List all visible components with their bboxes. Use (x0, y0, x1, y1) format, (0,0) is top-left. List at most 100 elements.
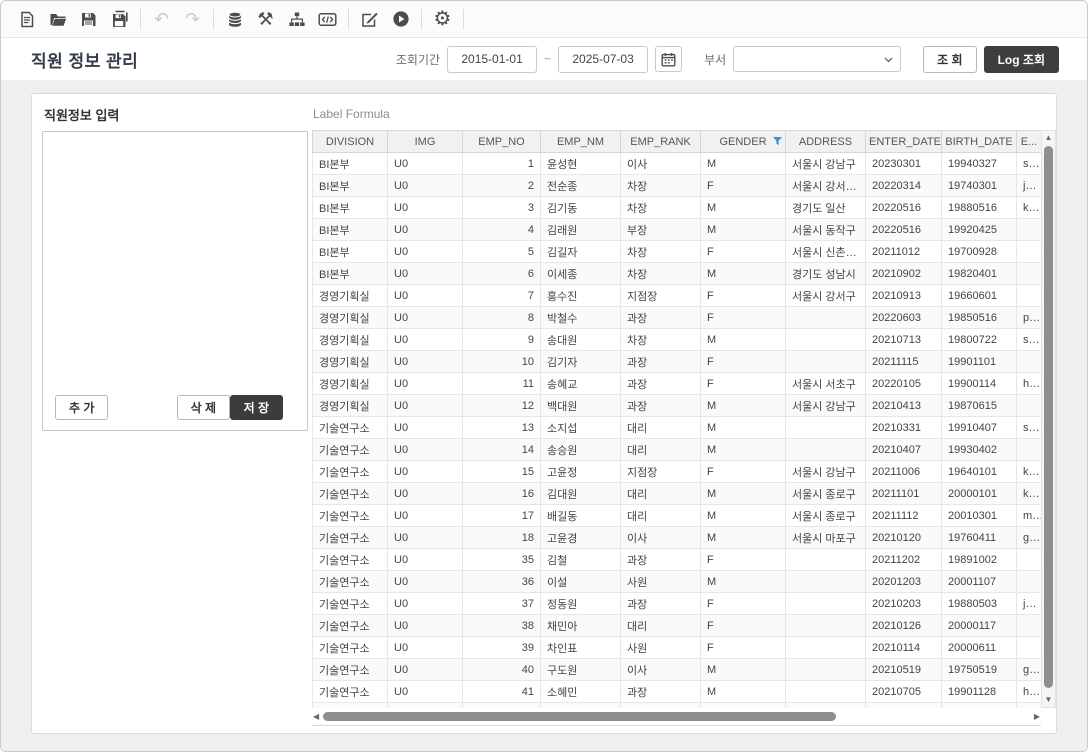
scroll-left-icon[interactable]: ◀ (313, 712, 319, 722)
cell-e- (1017, 241, 1042, 263)
cell-division: 기술연구소 (313, 549, 388, 571)
log-search-button[interactable]: Log 조회 (984, 46, 1059, 73)
cell-enter-date: 20210913 (866, 285, 942, 307)
table-row[interactable]: BI본부U01윤성현이사M서울시 강남구2023030119940327s... (313, 153, 1042, 175)
table-row[interactable]: 기술연구소U013소지섭대리M2021033119910407s... (313, 417, 1042, 439)
table-row[interactable]: 기술연구소U036이설사원M2020120320001107 (313, 571, 1042, 593)
settings-icon[interactable]: ⚙ (427, 6, 458, 33)
cell-birth-date: 19900114 (942, 373, 1017, 395)
table-row[interactable]: 기술연구소U015고윤정지점장F서울시 강남구2021100619640101k… (313, 461, 1042, 483)
cell-address (786, 637, 866, 659)
cell-enter-date: 20210126 (866, 615, 942, 637)
column-header-gender[interactable]: GENDER (701, 131, 786, 153)
column-header-address[interactable]: ADDRESS (786, 131, 866, 153)
table-row[interactable]: BI본부U02전순종차장F서울시 강서구 ...2022031419740301… (313, 175, 1042, 197)
table-row[interactable]: 기술연구소U035김철과장F2021120219891002 (313, 549, 1042, 571)
column-header-birth-date[interactable]: BIRTH_DATE (942, 131, 1017, 153)
cell-gender: F (701, 175, 786, 197)
cell-img: U0 (388, 571, 463, 593)
column-header-e-[interactable]: E... (1017, 131, 1042, 153)
employee-input-panel[interactable]: 추 가 삭 제 저 장 (42, 131, 308, 431)
save-all-icon[interactable] (104, 6, 135, 33)
table-row[interactable]: 경영기획실U07홍수진지점장F서울시 강서구2021091319660601 (313, 285, 1042, 307)
edit-icon[interactable] (354, 6, 385, 33)
cell-emp-nm: 소혜민 (541, 681, 621, 703)
table-row[interactable]: 경영기획실U011송혜교과장F서울시 서초구2022010519900114h.… (313, 373, 1042, 395)
column-header-img[interactable]: IMG (388, 131, 463, 153)
cell-enter-date: 20210519 (866, 659, 942, 681)
horizontal-scrollbar[interactable]: ◀ ▶ (312, 710, 1041, 726)
save-icon[interactable] (73, 6, 104, 33)
new-document-icon[interactable] (11, 6, 42, 33)
table-row[interactable]: BI본부U03김기동차장M경기도 일산2022051619880516k... (313, 197, 1042, 219)
search-button[interactable]: 조 회 (923, 46, 976, 73)
chevron-down-icon (884, 57, 893, 63)
table-row[interactable]: 경영기획실U09송대원차장M2021071319800722s... (313, 329, 1042, 351)
cell-empty (942, 703, 1017, 709)
cell-emp-rank: 대리 (621, 505, 701, 527)
cell-emp-nm: 배길동 (541, 505, 621, 527)
column-header-emp-nm[interactable]: EMP_NM (541, 131, 621, 153)
table-row[interactable]: 기술연구소U039차인표사원F2021011420000611 (313, 637, 1042, 659)
save-button[interactable]: 저 장 (230, 395, 283, 420)
calendar-icon[interactable] (655, 46, 682, 72)
scroll-up-icon[interactable]: ▲ (1042, 132, 1055, 144)
run-icon[interactable] (385, 6, 416, 33)
table-row[interactable]: 기술연구소U040구도원이사M2021051919750519g... (313, 659, 1042, 681)
cell-img: U0 (388, 461, 463, 483)
cell-empty (388, 703, 463, 709)
cell-emp-rank: 과장 (621, 351, 701, 373)
cell-img: U0 (388, 527, 463, 549)
cell-e-: jsj... (1017, 175, 1042, 197)
table-row[interactable]: 기술연구소U017배길동대리M서울시 종로구2021111220010301m.… (313, 505, 1042, 527)
scroll-right-icon[interactable]: ▶ (1034, 712, 1040, 722)
table-row[interactable]: 경영기획실U08박철수과장F2022060319850516p... (313, 307, 1042, 329)
scroll-down-icon[interactable]: ▼ (1042, 694, 1055, 706)
table-row[interactable]: 기술연구소U037정동원과장F2021020319880503jd... (313, 593, 1042, 615)
vertical-scrollbar[interactable]: ▲ ▼ (1041, 130, 1056, 708)
delete-button[interactable]: 삭 제 (177, 395, 230, 420)
cell-enter-date: 20220516 (866, 219, 942, 241)
add-button[interactable]: 추 가 (55, 395, 108, 420)
vertical-scroll-thumb[interactable] (1044, 146, 1053, 688)
horizontal-scroll-thumb[interactable] (323, 712, 836, 721)
table-row[interactable]: 기술연구소U041소혜민과장M2021070519901128h... (313, 681, 1042, 703)
cell-gender: F (701, 241, 786, 263)
sitemap-icon[interactable] (281, 6, 312, 33)
cell-empty (701, 703, 786, 709)
cell-enter-date: 20211012 (866, 241, 942, 263)
cell-emp-rank: 과장 (621, 593, 701, 615)
table-row[interactable]: 경영기획실U012백대원과장M서울시 강남구2021041319870615 (313, 395, 1042, 417)
table-row[interactable]: 기술연구소U016김대원대리M서울시 종로구2021110120000101k.… (313, 483, 1042, 505)
code-icon[interactable] (312, 6, 343, 33)
date-from-input[interactable] (447, 46, 537, 73)
cell-birth-date: 19920425 (942, 219, 1017, 241)
redo-icon[interactable]: ↷ (177, 6, 208, 33)
date-to-input[interactable] (558, 46, 648, 73)
table-row[interactable]: BI본부U05김길자차장F서울시 신촌대로2021101219700928 (313, 241, 1042, 263)
column-header-emp-no[interactable]: EMP_NO (463, 131, 541, 153)
column-header-division[interactable]: DIVISION (313, 131, 388, 153)
cell-emp-nm: 채민아 (541, 615, 621, 637)
cell-emp-no: 18 (463, 527, 541, 549)
cell-gender: M (701, 527, 786, 549)
cell-empty (866, 703, 942, 709)
filter-icon[interactable] (773, 137, 782, 146)
table-row[interactable]: 기술연구소U038채민아대리F2021012620000117 (313, 615, 1042, 637)
open-folder-icon[interactable] (42, 6, 73, 33)
tools-icon[interactable]: ⚒ (250, 6, 281, 33)
database-icon[interactable] (219, 6, 250, 33)
table-row[interactable]: BI본부U04김래원부장M서울시 동작구2022051619920425 (313, 219, 1042, 241)
department-select[interactable] (733, 46, 901, 72)
cell-address (786, 659, 866, 681)
table-row[interactable]: 기술연구소U018고윤경이사M서울시 마포구2021012019760411g.… (313, 527, 1042, 549)
undo-icon[interactable]: ↶ (146, 6, 177, 33)
table-row[interactable]: BI본부U06이세종차장M경기도 성남시2021090219820401 (313, 263, 1042, 285)
table-row[interactable]: 경영기획실U010김기자과장F2021111519901101 (313, 351, 1042, 373)
cell-division: 기술연구소 (313, 637, 388, 659)
column-header-enter-date[interactable]: ENTER_DATE (866, 131, 942, 153)
table-row[interactable]: 기술연구소U014송승원대리M2021040719930402 (313, 439, 1042, 461)
cell-gender: M (701, 505, 786, 527)
cell-enter-date: 20210705 (866, 681, 942, 703)
column-header-emp-rank[interactable]: EMP_RANK (621, 131, 701, 153)
